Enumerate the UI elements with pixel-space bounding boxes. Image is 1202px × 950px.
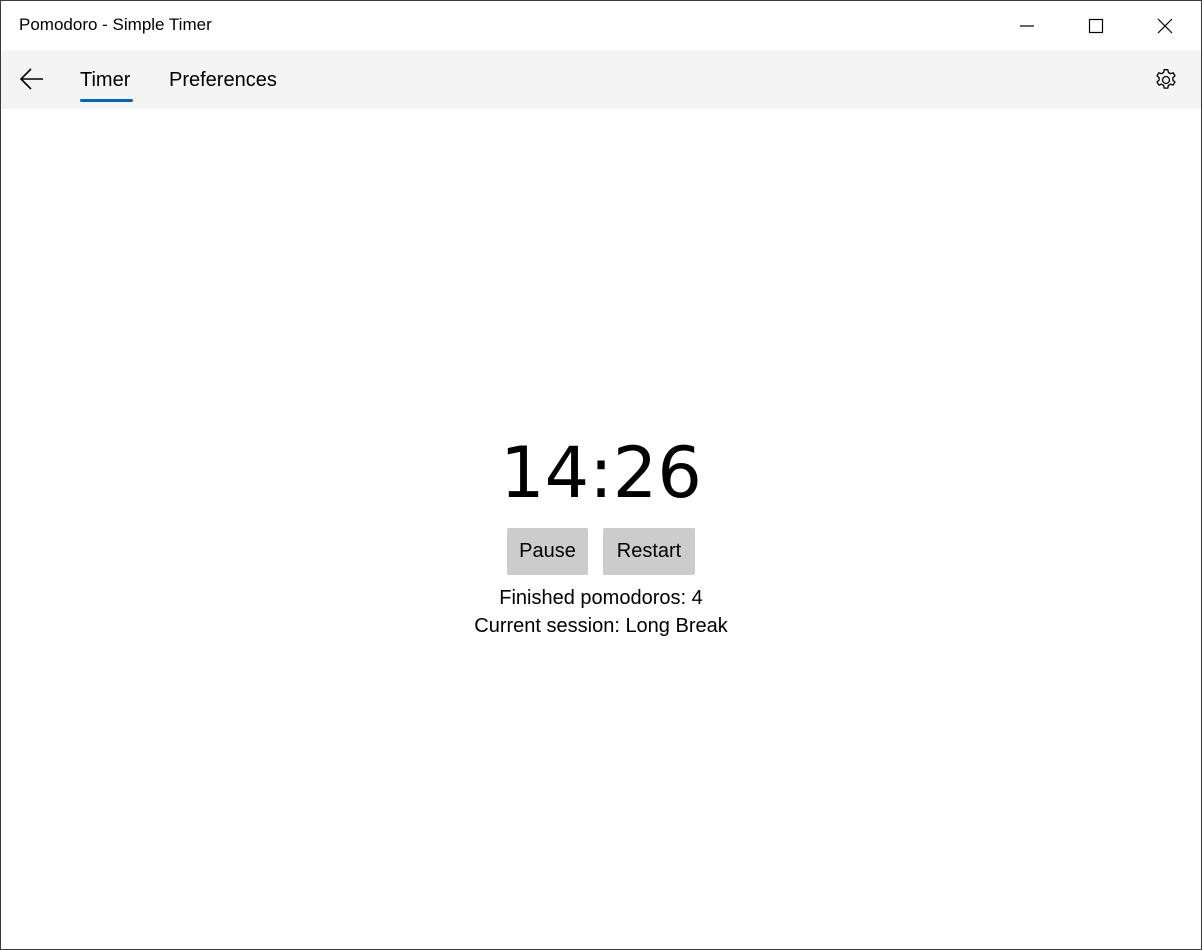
current-session-text: Current session: Long Break	[474, 615, 728, 637]
back-button[interactable]	[9, 56, 55, 102]
close-icon	[1157, 18, 1173, 33]
finished-pomodoros-text: Finished pomodoros: 4	[499, 587, 703, 609]
maximize-button[interactable]	[1062, 1, 1130, 50]
back-arrow-icon	[19, 68, 43, 90]
restart-button[interactable]: Restart	[603, 528, 695, 575]
minimize-icon	[1020, 24, 1034, 27]
timer-controls: Pause Restart	[1, 528, 1201, 575]
minimize-button[interactable]	[993, 1, 1061, 50]
title-bar[interactable]: Pomodoro - Simple Timer	[1, 1, 1201, 50]
settings-button[interactable]	[1144, 58, 1188, 102]
maximize-icon	[1088, 18, 1104, 33]
timer-page: 14:26 Pause Restart Finished pomodoros: …	[1, 109, 1201, 949]
selected-tab-indicator	[80, 99, 133, 102]
gear-icon	[1156, 69, 1176, 89]
navigation-bar: Timer Preferences	[1, 50, 1201, 109]
pause-button[interactable]: Pause	[507, 528, 588, 575]
timer-countdown: 14:26	[500, 432, 702, 514]
window-title: Pomodoro - Simple Timer	[19, 15, 212, 34]
tab-preferences[interactable]: Preferences	[169, 69, 277, 92]
app-window: Pomodoro - Simple Timer Timer Preference…	[0, 0, 1202, 950]
close-button[interactable]	[1131, 1, 1199, 50]
tab-timer[interactable]: Timer	[80, 69, 130, 92]
